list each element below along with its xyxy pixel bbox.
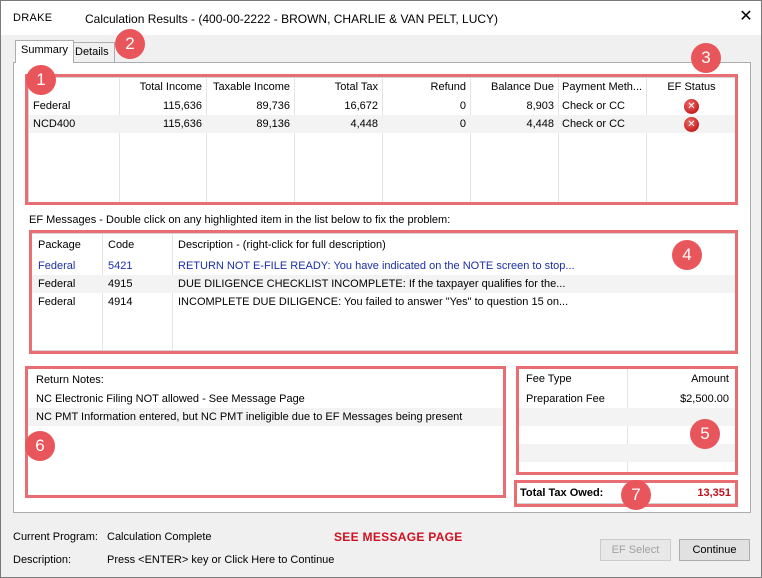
annotation-badge-4: 4	[672, 240, 702, 270]
drake-logo: DRAKE	[13, 12, 53, 24]
message-package: Federal	[38, 296, 76, 308]
total-tax-value: 16,672	[344, 100, 378, 112]
fees-header-row: Fee Type Amount	[519, 370, 735, 388]
column-header-code: Code	[108, 239, 135, 251]
message-code: 5421	[108, 260, 133, 272]
message-package: Federal	[38, 278, 76, 290]
total-tax-owed-label: Total Tax Owed:	[520, 487, 604, 499]
column-header-taxable-income: Taxable Income	[212, 81, 290, 93]
return-note-item[interactable]: NC Electronic Filing NOT allowed - See M…	[28, 390, 503, 408]
column-header-package: Package	[38, 239, 81, 251]
refund-value: 0	[459, 118, 466, 130]
column-header-amount: Amount	[691, 373, 729, 385]
error-icon[interactable]: ✕	[684, 117, 699, 132]
column-header-fee-type: Fee Type	[526, 373, 572, 385]
annotation-badge-6: 6	[25, 431, 55, 461]
column-header-description: Description - (right-click for full desc…	[178, 239, 386, 251]
current-program-label: Current Program:	[13, 531, 98, 543]
message-description: DUE DILIGENCE CHECKLIST INCOMPLETE: If t…	[178, 278, 566, 290]
return-note-text: NC Electronic Filing NOT allowed - See M…	[36, 393, 305, 405]
total-income-value: 115,636	[163, 100, 202, 112]
total-tax-owed-value: 13,351	[697, 487, 731, 499]
package-name: NCD400	[33, 118, 76, 130]
title-bar: DRAKE Calculation Results - (400-00-2222…	[1, 1, 761, 35]
fee-type: Preparation Fee	[526, 393, 605, 405]
tab-details[interactable]: Details	[69, 42, 115, 62]
column-header-total-income: Total Income	[139, 81, 202, 93]
summary-row-ncd400[interactable]: NCD400 115,636 89,136 4,448 0 4,448 Chec…	[29, 115, 735, 133]
column-header-refund: Refund	[430, 81, 466, 93]
column-header-total-tax: Total Tax	[334, 81, 378, 93]
annotation-badge-1: 1	[26, 65, 56, 95]
ef-messages-caption: EF Messages - Double click on any highli…	[29, 214, 451, 226]
annotation-badge-7: 7	[621, 480, 651, 510]
message-code: 4915	[108, 278, 133, 290]
taxable-income-value: 89,736	[256, 100, 290, 112]
return-note-item[interactable]: NC PMT Information entered, but NC PMT i…	[28, 408, 503, 426]
current-program-value: Calculation Complete	[107, 531, 212, 543]
ef-message-row-4915[interactable]: Federal 4915 DUE DILIGENCE CHECKLIST INC…	[32, 275, 735, 293]
message-code: 4914	[108, 296, 133, 308]
message-description: RETURN NOT E-FILE READY: You have indica…	[178, 260, 575, 272]
refund-value: 0	[459, 100, 466, 112]
payment-method-value: Check or CC	[562, 118, 625, 130]
ef-select-button[interactable]: EF Select	[600, 539, 671, 561]
annotation-badge-2: 2	[115, 29, 145, 59]
summary-row-federal[interactable]: Federal 115,636 89,736 16,672 0 8,903 Ch…	[29, 97, 735, 115]
taxable-income-value: 89,136	[256, 118, 290, 130]
calculation-results-window: DRAKE Calculation Results - (400-00-2222…	[0, 0, 762, 578]
return-notes-header: Return Notes:	[36, 374, 104, 386]
balance-due-value: 8,903	[526, 100, 554, 112]
summary-header-row: Total Income Taxable Income Total Tax Re…	[29, 78, 735, 96]
description-label: Description:	[13, 554, 72, 566]
column-header-payment-method: Payment Meth...	[562, 81, 643, 93]
fee-amount: $2,500.00	[680, 393, 729, 405]
continue-button[interactable]: Continue	[679, 539, 750, 561]
return-notes-list[interactable]: Return Notes: NC Electronic Filing NOT a…	[27, 368, 504, 496]
annotation-badge-3: 3	[691, 43, 721, 73]
total-income-value: 115,636	[163, 118, 202, 130]
ef-messages-header-row: Package Code Description - (right-click …	[32, 236, 735, 254]
payment-method-value: Check or CC	[562, 100, 625, 112]
return-note-text: NC PMT Information entered, but NC PMT i…	[36, 411, 463, 423]
message-package: Federal	[38, 260, 76, 272]
error-icon[interactable]: ✕	[684, 99, 699, 114]
window-title: Calculation Results - (400-00-2222 - BRO…	[85, 12, 499, 26]
column-header-ef-status: EF Status	[667, 81, 716, 93]
ef-messages-grid[interactable]: Package Code Description - (right-click …	[31, 233, 736, 351]
annotation-badge-5: 5	[690, 419, 720, 449]
column-header-balance-due: Balance Due	[491, 81, 554, 93]
see-message-page-link[interactable]: SEE MESSAGE PAGE	[334, 530, 463, 544]
tab-summary[interactable]: Summary	[15, 40, 75, 63]
close-icon[interactable]: ✕	[737, 7, 755, 27]
message-description: INCOMPLETE DUE DILIGENCE: You failed to …	[178, 296, 569, 308]
fee-row[interactable]: Preparation Fee $2,500.00	[519, 390, 735, 408]
total-tax-value: 4,448	[350, 118, 378, 130]
ef-message-row-5421[interactable]: Federal 5421 RETURN NOT E-FILE READY: Yo…	[32, 257, 735, 275]
summary-grid[interactable]: Total Income Taxable Income Total Tax Re…	[28, 77, 736, 205]
description-value[interactable]: Press <ENTER> key or Click Here to Conti…	[107, 554, 334, 566]
balance-due-value: 4,448	[526, 118, 554, 130]
ef-message-row-4914[interactable]: Federal 4914 INCOMPLETE DUE DILIGENCE: Y…	[32, 293, 735, 311]
package-name: Federal	[33, 100, 71, 112]
